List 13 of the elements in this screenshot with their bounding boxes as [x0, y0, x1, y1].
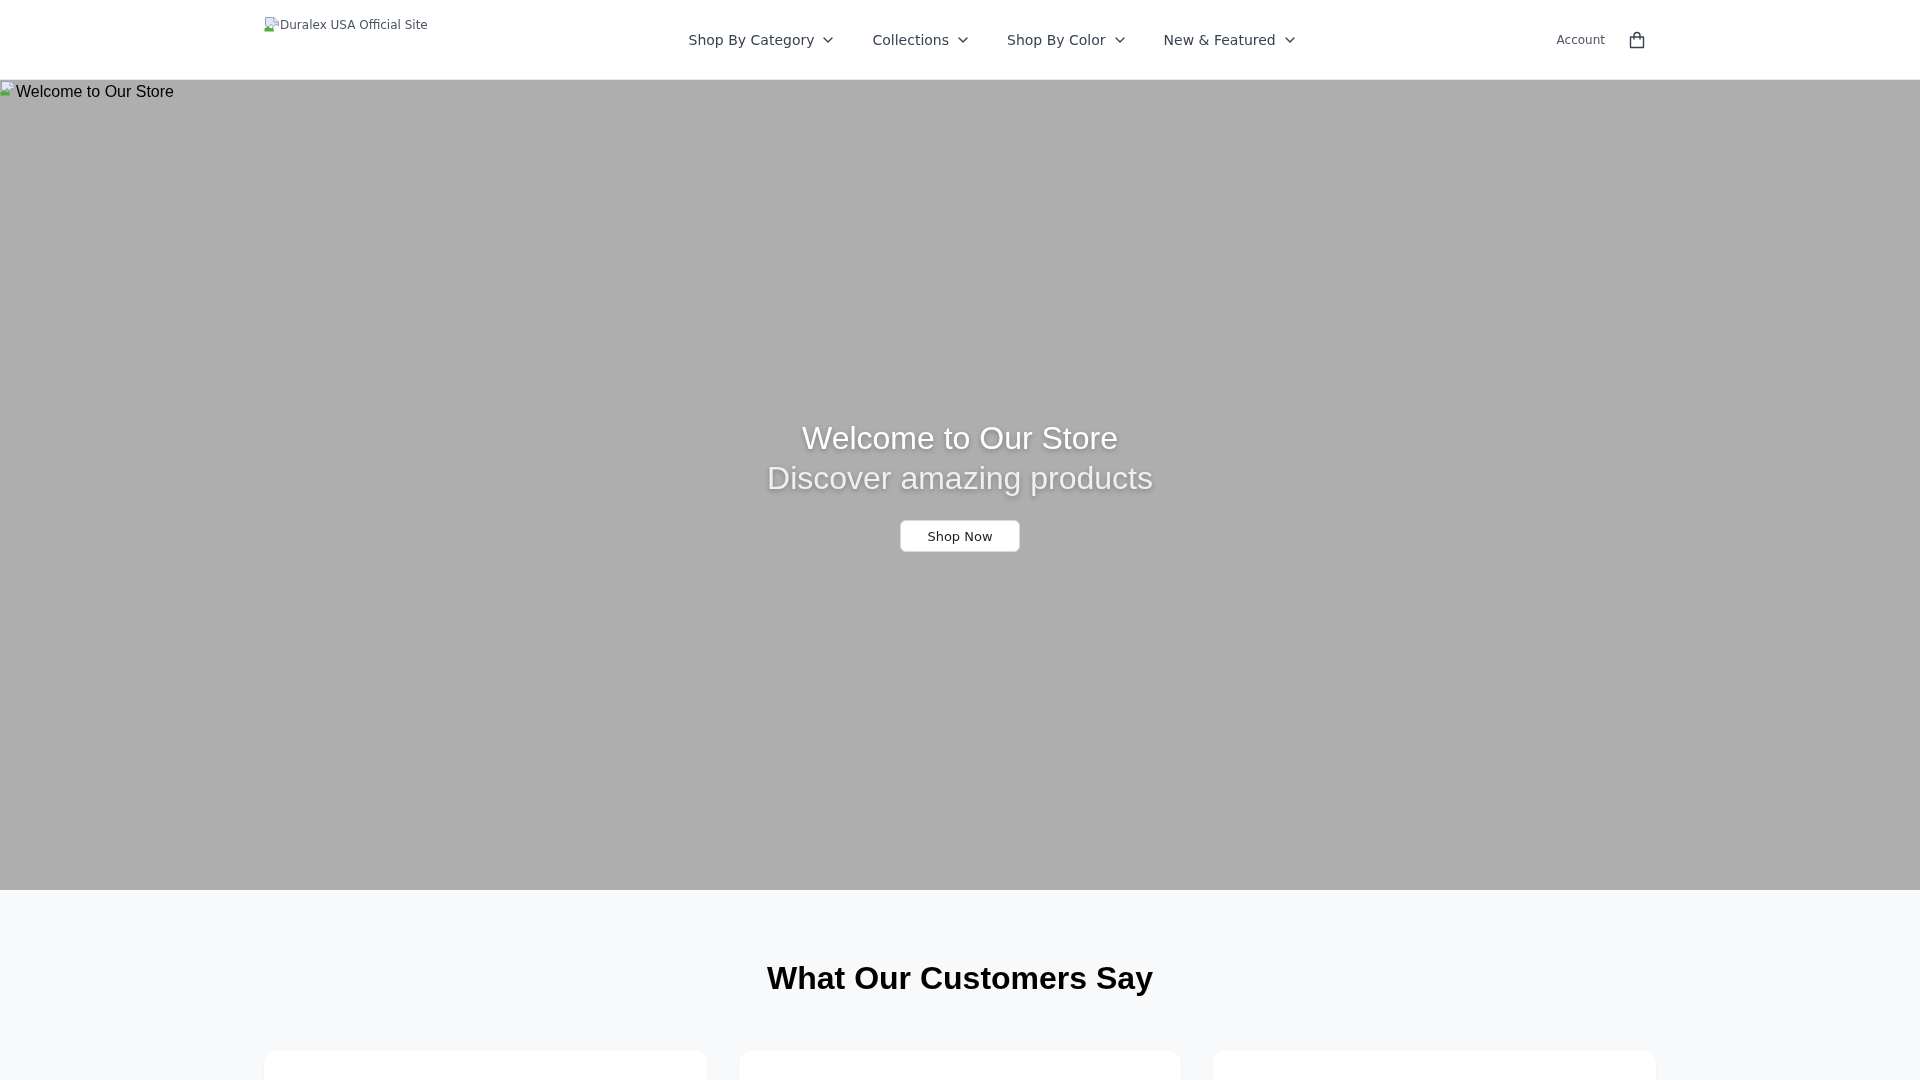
shop-now-button[interactable]: Shop Now [900, 520, 1020, 552]
nav-menu-item[interactable]: Shop By Color [1007, 31, 1126, 48]
hero-title: Welcome to Our Store [802, 419, 1118, 458]
image-alt-text: Welcome to Our Store [16, 82, 174, 102]
section-heading: What Our Customers Say [766, 960, 1154, 997]
account-link[interactable]: Account [1556, 32, 1605, 47]
nav-menu-item[interactable]: New & Featured [1163, 31, 1296, 48]
shopping-bag-icon [1629, 30, 1645, 49]
hero-subtitle: Discover amazing products [767, 459, 1153, 498]
nav-menu-item[interactable]: Shop By Category [688, 31, 835, 48]
broken-image-icon [264, 16, 280, 32]
logo-link[interactable]: Duralex USA Official Site [264, 16, 428, 35]
nav-menu-item[interactable]: Collections [872, 31, 970, 48]
